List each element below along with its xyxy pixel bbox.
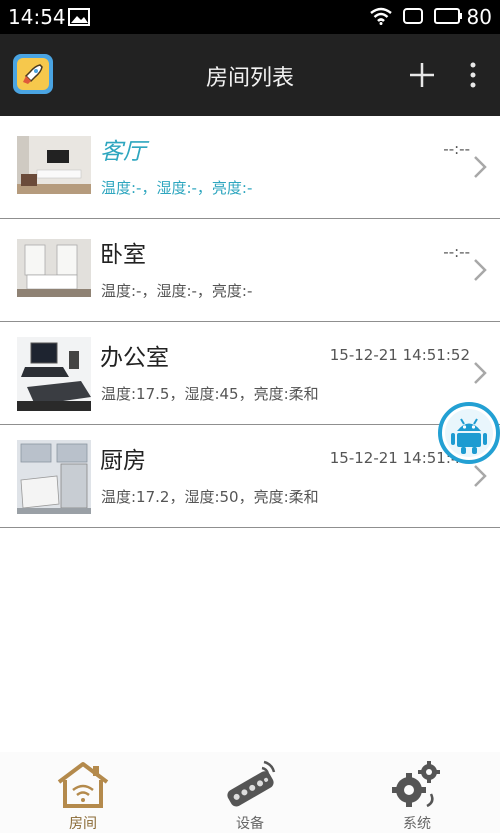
app-bar: 房间列表 [0, 34, 500, 116]
chevron-right-icon [474, 362, 487, 384]
more-menu-icon[interactable] [466, 61, 480, 89]
gallery-notification-icon [68, 8, 90, 26]
tab-devices[interactable]: 设备 [190, 758, 310, 833]
room-row-living-room[interactable]: 客厅 --:-- 温度:-，湿度:-，亮度:- [0, 116, 500, 219]
office-thumbnail [17, 337, 91, 411]
chevron-right-icon [474, 156, 487, 178]
room-update-time: --:-- [443, 140, 470, 158]
tab-label: 系统 [403, 816, 431, 832]
room-row-office[interactable]: 办公室 15-12-21 14:51:52 温度:17.5，湿度:45，亮度:柔… [0, 322, 500, 425]
tab-label: 设备 [236, 816, 264, 832]
room-row-bedroom[interactable]: 卧室 --:-- 温度:-，湿度:-，亮度:- [0, 219, 500, 322]
room-name: 厨房 [100, 448, 146, 474]
add-room-button[interactable] [408, 61, 436, 89]
room-update-time: 15-12-21 14:51:52 [329, 346, 470, 364]
room-stats: 温度:17.5，湿度:45，亮度:柔和 [101, 385, 319, 403]
chevron-right-icon [474, 259, 487, 281]
room-stats: 温度:-，湿度:-，亮度:- [101, 179, 253, 197]
room-stats: 温度:-，湿度:-，亮度:- [101, 282, 253, 300]
tab-system[interactable]: 系统 [357, 758, 477, 833]
wifi-icon [370, 7, 392, 25]
room-name: 客厅 [100, 139, 146, 165]
house-icon [57, 762, 109, 808]
gears-icon [392, 761, 440, 808]
room-row-kitchen[interactable]: 厨房 15-12-21 14:51:45 温度:17.2，湿度:50，亮度:柔和 [0, 425, 500, 528]
window-icon [403, 8, 423, 24]
battery-level: 80 [466, 5, 492, 29]
room-update-time: --:-- [443, 243, 470, 261]
bottom-tab-bar: 房间 设备 系统 [0, 752, 500, 833]
kitchen-thumbnail [17, 440, 91, 514]
living-room-thumbnail [17, 136, 91, 194]
status-bar: 14:54 80 [0, 0, 500, 34]
tab-rooms[interactable]: 房间 [23, 758, 143, 833]
status-time: 14:54 [8, 5, 66, 29]
bedroom-thumbnail [17, 239, 91, 297]
battery-icon [434, 8, 462, 24]
room-list: 客厅 --:-- 温度:-，湿度:-，亮度:- 卧室 --:-- 温度:-，湿度… [0, 116, 500, 528]
remote-icon [227, 760, 276, 807]
room-name: 卧室 [100, 242, 146, 268]
room-stats: 温度:17.2，湿度:50，亮度:柔和 [101, 488, 319, 506]
tab-label: 房间 [69, 816, 97, 832]
room-name: 办公室 [100, 345, 169, 371]
chevron-right-icon [474, 465, 487, 487]
android-floating-icon[interactable] [438, 402, 500, 464]
